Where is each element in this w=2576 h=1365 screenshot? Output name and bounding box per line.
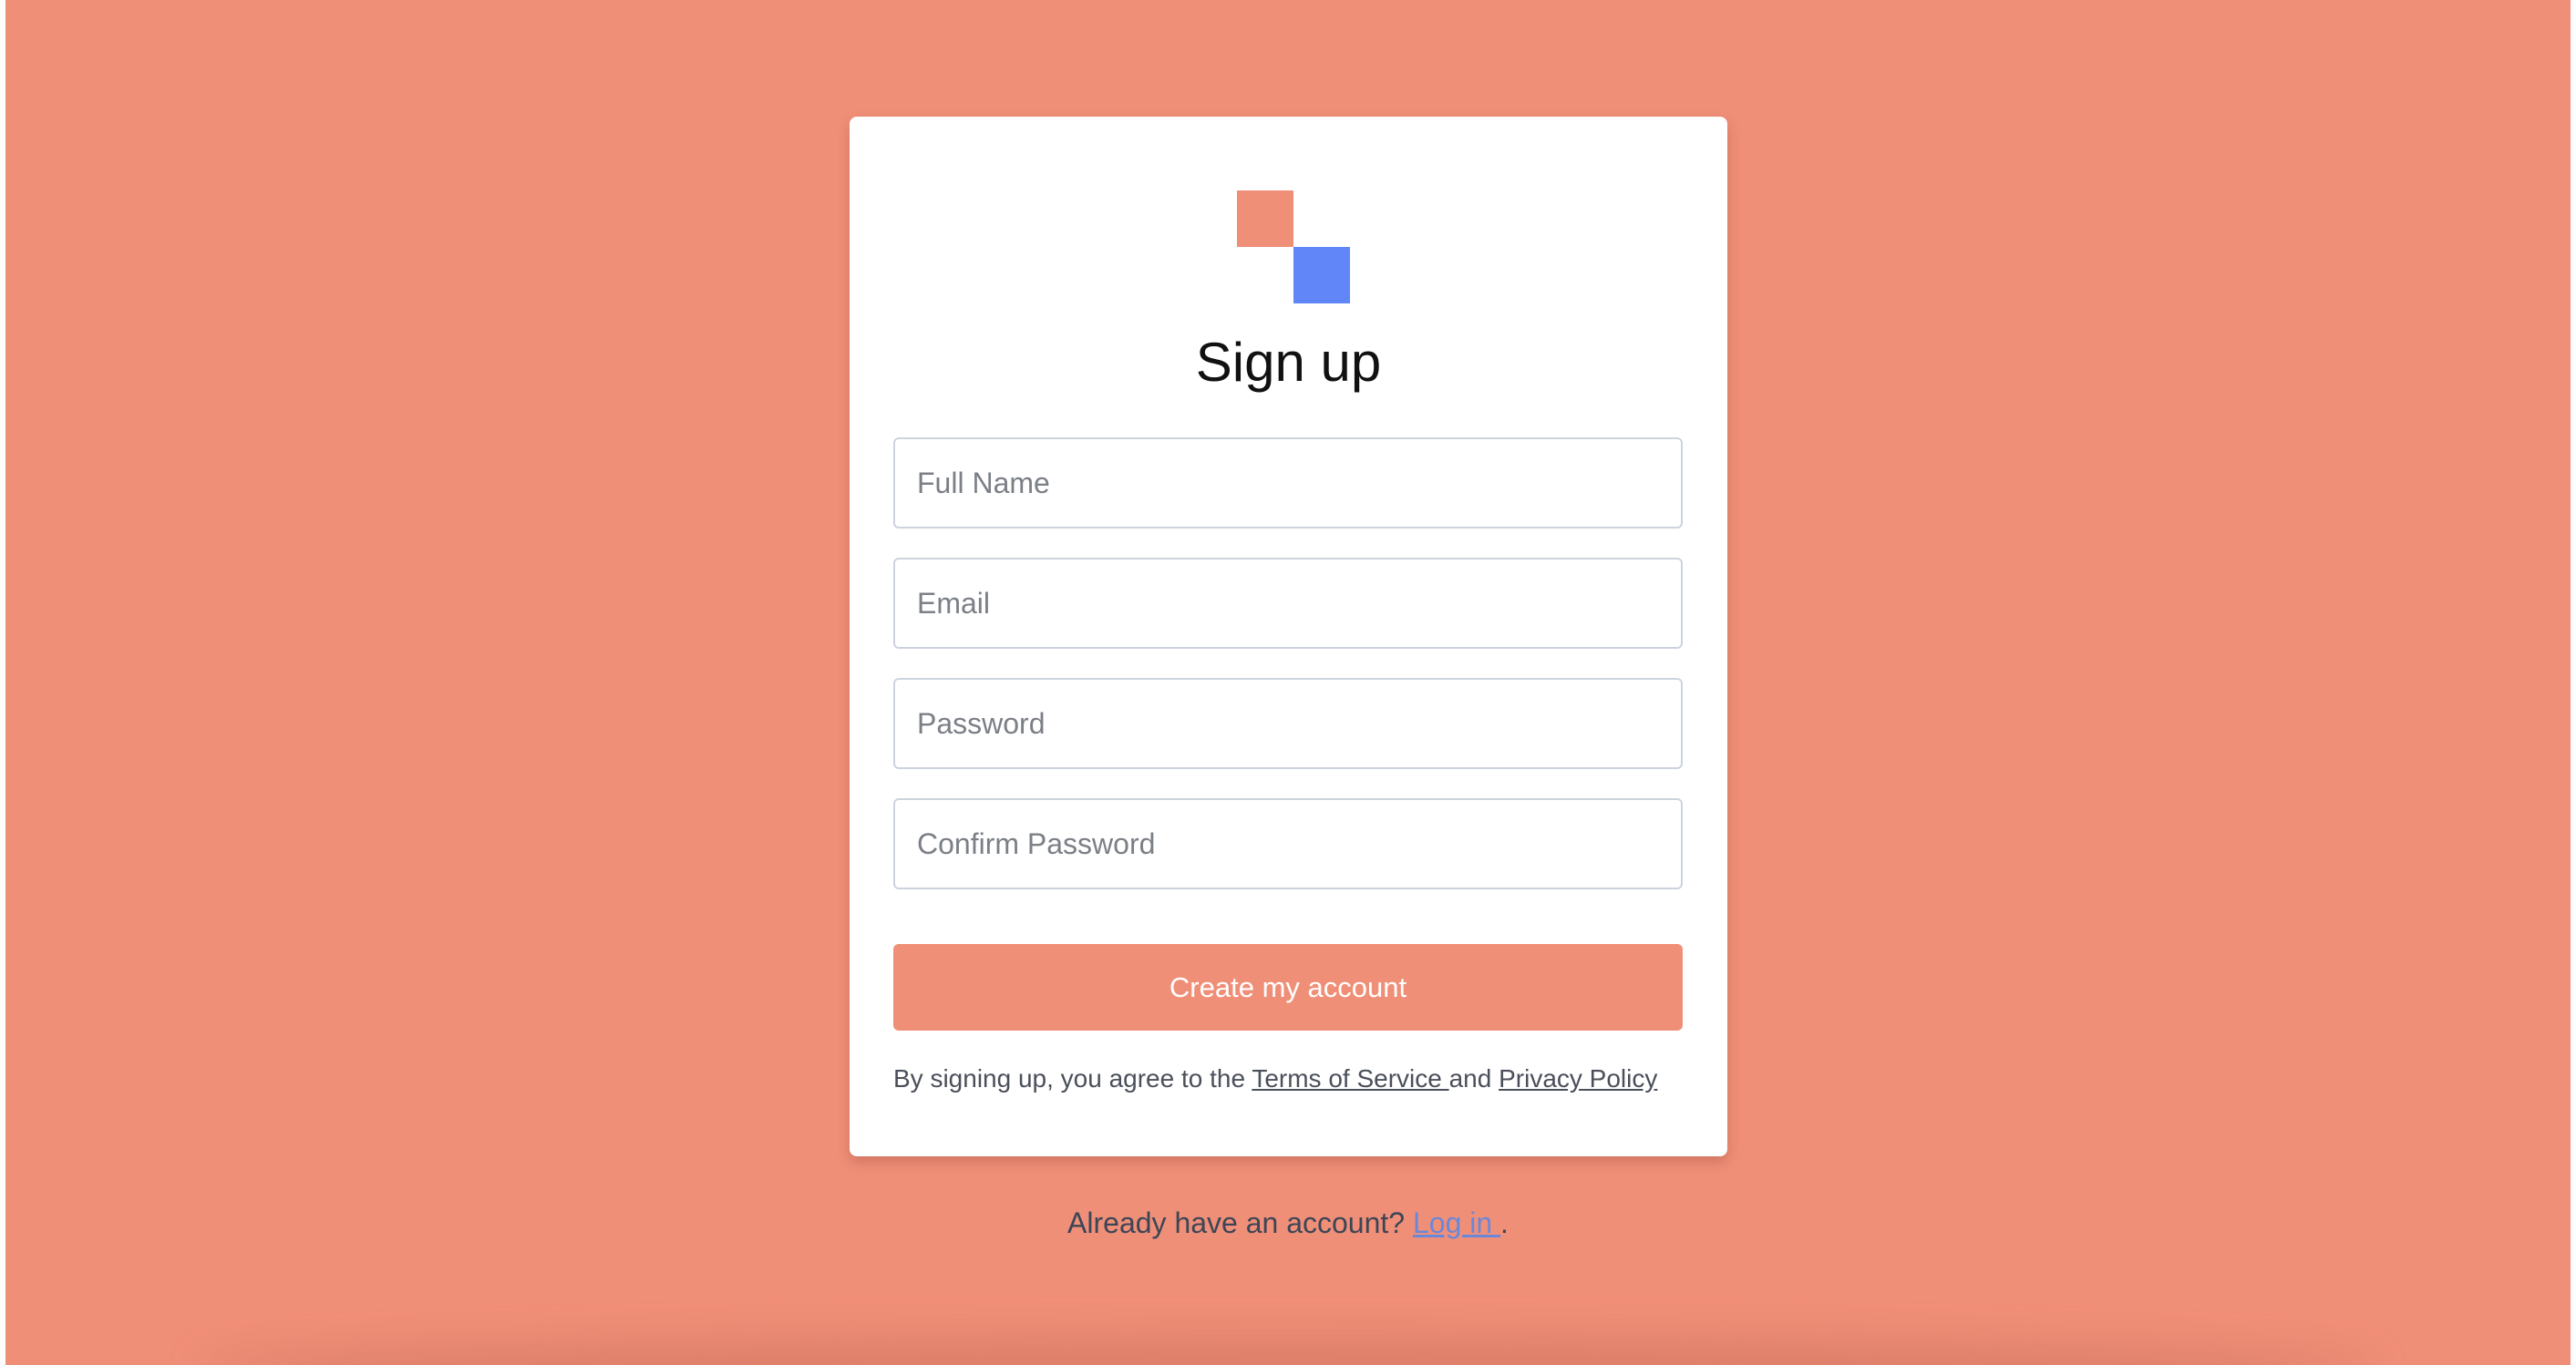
page-background: Sign up Create my account By signing up,… xyxy=(5,0,2571,1365)
full-name-input[interactable] xyxy=(893,437,1683,529)
login-prompt-text: Already have an account? xyxy=(1067,1206,1413,1239)
terms-of-service-link[interactable]: Terms of Service xyxy=(1252,1064,1448,1093)
terms-prefix: By signing up, you agree to the xyxy=(893,1064,1252,1093)
login-prompt: Already have an account? Log in . xyxy=(5,1203,2571,1243)
page-title: Sign up xyxy=(1195,332,1382,393)
signup-card: Sign up Create my account By signing up,… xyxy=(850,117,1727,1156)
two-squares-logo-icon xyxy=(1237,190,1350,303)
create-account-button[interactable]: Create my account xyxy=(893,944,1683,1031)
logo-square-coral xyxy=(1237,190,1293,247)
logo-square-blue xyxy=(1293,247,1350,303)
terms-conjunction: and xyxy=(1448,1064,1499,1093)
login-link[interactable]: Log in xyxy=(1413,1206,1500,1239)
email-input[interactable] xyxy=(893,558,1683,649)
confirm-password-input[interactable] xyxy=(893,798,1683,889)
login-prompt-suffix: . xyxy=(1500,1206,1509,1239)
bottom-shadow xyxy=(197,1338,2379,1365)
terms-notice: By signing up, you agree to the Terms of… xyxy=(893,1061,1695,1097)
password-input[interactable] xyxy=(893,678,1683,769)
privacy-policy-link[interactable]: Privacy Policy xyxy=(1499,1064,1657,1093)
